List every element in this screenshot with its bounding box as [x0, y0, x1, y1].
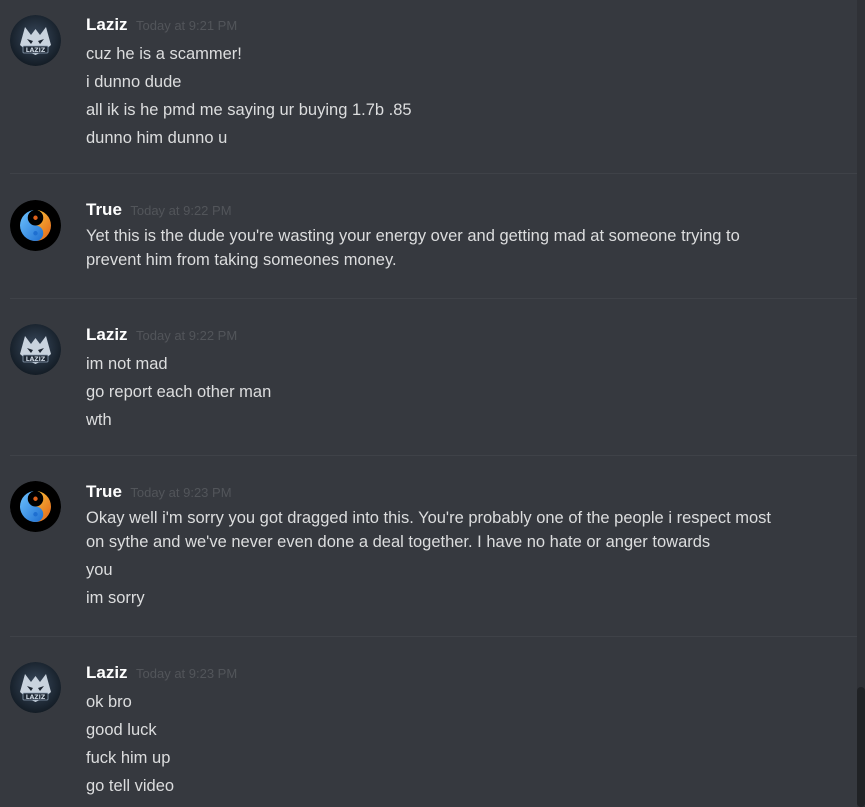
timestamp: Today at 9:23 PM: [136, 666, 238, 681]
message-group: True Today at 9:22 PM Yet this is the du…: [0, 174, 857, 299]
avatar[interactable]: LAZIZ: [10, 15, 61, 66]
message-text: i dunno dude: [86, 73, 182, 91]
message-text: im sorry: [86, 589, 145, 607]
message-text: im not mad: [86, 355, 168, 373]
svg-text:LAZIZ: LAZIZ: [26, 47, 46, 54]
message-group: LAZIZ Laziz Today at 9:23 PM ok bro good…: [0, 637, 857, 796]
avatar[interactable]: LAZIZ: [10, 662, 61, 713]
message-group: LAZIZ Laziz Today at 9:21 PM cuz he is a…: [0, 0, 857, 174]
message-text: all ik is he pmd me saying ur buying 1.7…: [86, 101, 412, 119]
svg-text:LAZIZ: LAZIZ: [26, 356, 46, 363]
message-text: ok bro: [86, 693, 132, 711]
yin-yang-icon: [10, 200, 61, 251]
username[interactable]: Laziz: [86, 663, 128, 682]
username[interactable]: True: [86, 200, 122, 219]
message-group: True Today at 9:23 PM Okay well i'm sorr…: [0, 456, 857, 637]
avatar[interactable]: [10, 481, 61, 532]
username[interactable]: Laziz: [86, 15, 128, 34]
message-text: you: [86, 561, 113, 579]
yin-yang-icon: [10, 481, 61, 532]
message-text: fuck him up: [86, 749, 171, 767]
message-text: go tell video: [86, 777, 175, 795]
avatar[interactable]: [10, 200, 61, 251]
message-text: good luck: [86, 721, 157, 739]
timestamp: Today at 9:22 PM: [136, 328, 238, 343]
username[interactable]: True: [86, 482, 122, 501]
message-list: LAZIZ Laziz Today at 9:21 PM cuz he is a…: [0, 0, 857, 807]
timestamp: Today at 9:23 PM: [130, 485, 232, 500]
svg-text:LAZIZ: LAZIZ: [26, 694, 46, 701]
message-text: Okay well i'm sorry you got dragged into…: [86, 509, 772, 551]
timestamp: Today at 9:21 PM: [136, 18, 238, 33]
wolf-logo-icon: LAZIZ: [10, 15, 61, 66]
message-text: Yet this is the dude you're wasting your…: [86, 227, 740, 269]
message-text: cuz he is a scammer!: [86, 45, 242, 63]
wolf-logo-icon: LAZIZ: [10, 662, 61, 713]
message-text: wth: [86, 411, 112, 429]
message-group: LAZIZ Laziz Today at 9:22 PM im not mad …: [0, 299, 857, 456]
avatar[interactable]: LAZIZ: [10, 324, 61, 375]
message-text: go report each other man: [86, 383, 272, 401]
wolf-logo-icon: LAZIZ: [10, 324, 61, 375]
message-text: dunno him dunno u: [86, 129, 228, 147]
timestamp: Today at 9:22 PM: [130, 203, 232, 218]
scrollbar-track[interactable]: [857, 0, 865, 807]
username[interactable]: Laziz: [86, 325, 128, 344]
scrollbar-thumb[interactable]: [857, 687, 865, 807]
